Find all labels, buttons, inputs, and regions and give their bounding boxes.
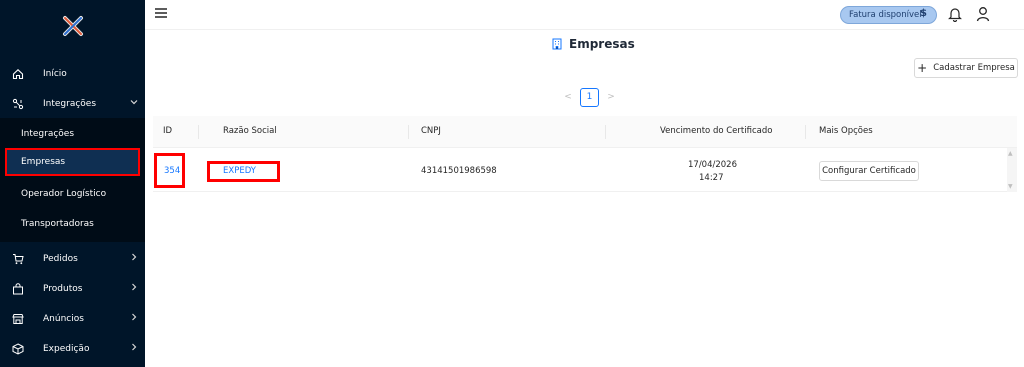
building-icon xyxy=(552,38,562,50)
chevron-right-icon xyxy=(130,313,138,324)
sidebar-item-anuncios[interactable]: Anúncios xyxy=(0,305,145,333)
company-name-link[interactable]: EXPEDY xyxy=(223,166,256,176)
user-icon[interactable] xyxy=(976,6,990,22)
sidebar-subitem-operador-logistico[interactable]: Operador Logístico xyxy=(0,180,145,208)
certificate-expiry-time: 14:27 xyxy=(699,173,724,183)
add-company-button[interactable]: + Cadastrar Empresa xyxy=(914,58,1018,78)
column-header-vencimento: Vencimento do Certificado xyxy=(660,126,773,136)
company-id-link[interactable]: 354 xyxy=(164,166,180,176)
scroll-down-icon[interactable]: ▼ xyxy=(1008,183,1013,190)
chevron-down-icon xyxy=(130,98,138,109)
column-divider xyxy=(805,125,806,139)
pagination: < 1 > xyxy=(558,87,621,107)
column-divider xyxy=(605,125,606,139)
page-title: Empresas xyxy=(552,37,635,51)
home-icon xyxy=(12,68,24,80)
sidebar-item-integracoes[interactable]: Integrações xyxy=(0,90,145,118)
pagination-next-icon[interactable]: > xyxy=(601,92,621,102)
certificate-expiry-date: 17/04/2026 xyxy=(688,160,737,170)
sidebar-item-label: Expedição xyxy=(43,344,90,354)
integrations-icon xyxy=(12,98,24,110)
invoice-available-badge[interactable]: Fatura disponível $ xyxy=(840,6,937,24)
sidebar-item-label: Produtos xyxy=(43,284,83,294)
pagination-page[interactable]: 1 xyxy=(580,87,599,107)
sidebar-item-inicio[interactable]: Início xyxy=(0,60,145,88)
top-bar: Fatura disponível $ xyxy=(145,0,1024,30)
sidebar-subitem-integracoes[interactable]: Integrações xyxy=(0,120,145,148)
bag-icon xyxy=(12,283,24,295)
chevron-right-icon xyxy=(130,253,138,264)
dollar-icon: $ xyxy=(920,8,927,19)
scroll-up-icon[interactable]: ▲ xyxy=(1008,150,1013,157)
sidebar-item-expedicao[interactable]: Expedição xyxy=(0,335,145,363)
sidebar-subitem-empresas[interactable]: Empresas xyxy=(5,148,140,176)
column-divider xyxy=(408,125,409,139)
menu-icon[interactable] xyxy=(155,8,167,18)
chevron-right-icon xyxy=(130,343,138,354)
column-divider xyxy=(198,125,199,139)
table-scrollbar[interactable]: ▲ ▼ xyxy=(1007,148,1017,192)
invoice-label: Fatura disponível xyxy=(849,10,922,20)
sidebar-item-label: Início xyxy=(43,69,67,79)
column-header-mais-opcoes: Mais Opções xyxy=(819,126,873,136)
sidebar-item-label: Pedidos xyxy=(43,254,78,264)
page-title-text: Empresas xyxy=(569,37,635,51)
configure-certificate-button[interactable]: Configurar Certificado xyxy=(819,161,919,181)
box-icon xyxy=(12,343,24,355)
column-header-razao-social: Razão Social xyxy=(223,126,277,136)
company-cnpj: 43141501986598 xyxy=(421,166,497,176)
sidebar-item-label: Integrações xyxy=(43,99,97,109)
sidebar-item-produtos[interactable]: Produtos xyxy=(0,275,145,303)
sidebar-item-label: Anúncios xyxy=(43,314,84,324)
pagination-prev-icon[interactable]: < xyxy=(558,92,578,102)
chevron-right-icon xyxy=(130,283,138,294)
cart-icon xyxy=(12,253,24,265)
add-company-label: Cadastrar Empresa xyxy=(933,63,1015,73)
submenu-integracoes: Integrações Empresas Operador Logístico … xyxy=(0,118,145,242)
table-header: ID Razão Social CNPJ Vencimento do Certi… xyxy=(153,116,1017,148)
table-row: 354 EXPEDY 43141501986598 17/04/2026 14:… xyxy=(153,148,1007,192)
store-icon xyxy=(12,313,24,325)
column-header-id: ID xyxy=(163,126,173,136)
x-logo-icon[interactable] xyxy=(62,15,84,37)
bell-icon[interactable] xyxy=(948,6,962,22)
plus-icon: + xyxy=(917,61,928,75)
sidebar-item-pedidos[interactable]: Pedidos xyxy=(0,245,145,273)
sidebar: Início Integrações Integrações Empresas … xyxy=(0,0,145,367)
column-header-cnpj: CNPJ xyxy=(421,126,441,136)
sidebar-subitem-transportadoras[interactable]: Transportadoras xyxy=(0,210,145,238)
